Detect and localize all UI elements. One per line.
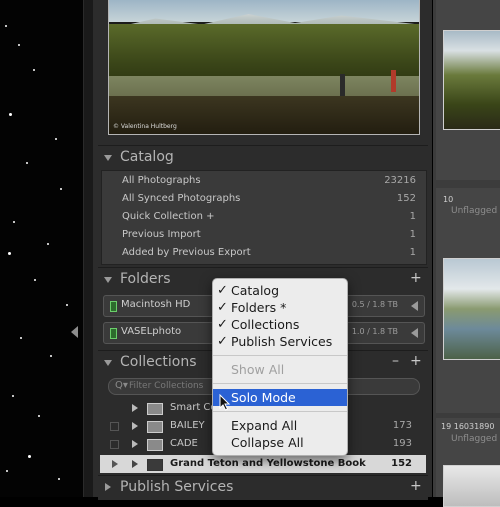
cell-index: 10 xyxy=(443,195,454,204)
checkmark-icon: ✓ xyxy=(217,300,228,315)
catalog-item[interactable]: All Synced Photographs 152 xyxy=(102,190,426,208)
collections-title: Collections xyxy=(120,354,197,370)
catalog-item-count: 152 xyxy=(396,193,416,204)
target-checkbox[interactable] xyxy=(110,440,119,449)
catalog-item-count: 1 xyxy=(409,247,416,258)
catalog-item[interactable]: Quick Collection + 1 xyxy=(102,208,426,226)
menu-separator xyxy=(213,383,347,384)
search-icon: Q▾ xyxy=(115,380,128,391)
collection-label: Grand Teton and Yellowstone Book xyxy=(170,458,366,469)
mouse-cursor-icon xyxy=(219,394,231,411)
collection-count: 193 xyxy=(392,438,412,449)
add-collection-button[interactable]: + xyxy=(410,353,422,369)
catalog-item[interactable]: Added by Previous Export 1 xyxy=(102,244,426,262)
collection-set-icon xyxy=(147,439,163,451)
menu-item-label: Solo Mode xyxy=(231,390,296,405)
menu-item-folders[interactable]: ✓ Folders * xyxy=(213,299,347,316)
collapsed-triangle-icon xyxy=(105,483,111,491)
panel-context-menu: ✓ Catalog ✓ Folders * ✓ Collections ✓ Pu… xyxy=(212,278,348,456)
catalog-title: Catalog xyxy=(120,149,174,165)
disclosure-triangle-icon[interactable] xyxy=(132,404,138,412)
volume-disclosure-icon[interactable] xyxy=(411,301,418,311)
disclosure-triangle-icon[interactable] xyxy=(132,460,138,468)
disclosure-triangle-icon[interactable] xyxy=(132,422,138,430)
thumbnail-image[interactable] xyxy=(443,465,500,507)
menu-separator xyxy=(213,355,347,356)
checkmark-icon: ✓ xyxy=(217,283,228,298)
target-checkbox[interactable] xyxy=(110,422,119,431)
catalog-item[interactable]: All Photographs 23216 xyxy=(102,172,426,190)
collection-set-icon xyxy=(147,421,163,433)
collection-label: CADE xyxy=(170,438,198,449)
flag-status: Unflagged xyxy=(451,206,498,216)
checkmark-icon: ✓ xyxy=(217,334,228,349)
navigator-preview[interactable]: © Valentina Hultberg xyxy=(108,0,420,135)
collection-row-selected[interactable]: Grand Teton and Yellowstone Book 152 xyxy=(100,455,426,473)
catalog-panel-header[interactable]: Catalog xyxy=(98,145,428,170)
remove-collection-button[interactable]: – xyxy=(392,353,399,369)
catalog-list: All Photographs 23216 All Synced Photogr… xyxy=(101,170,427,265)
menu-item-label: Folders * xyxy=(231,300,287,315)
publish-services-title: Publish Services xyxy=(120,479,234,495)
menu-item-collapse-all[interactable]: Collapse All xyxy=(213,434,347,451)
volume-disclosure-icon[interactable] xyxy=(411,328,418,338)
left-panel-edge xyxy=(83,0,93,497)
background-starfield xyxy=(0,0,83,497)
expand-triangle-icon xyxy=(104,155,112,161)
volume-name: Macintosh HD xyxy=(121,299,191,310)
catalog-item-count: 1 xyxy=(409,211,416,222)
menu-item-collections[interactable]: ✓ Collections xyxy=(213,316,347,333)
add-publish-service-button[interactable]: + xyxy=(410,478,422,494)
flag-status: Unflagged xyxy=(451,434,498,444)
cell-index: 19 16031890 xyxy=(441,422,495,431)
catalog-item-label: Quick Collection + xyxy=(122,211,215,222)
collapse-left-panel-icon[interactable] xyxy=(71,326,78,338)
menu-item-label: Collections xyxy=(231,317,300,332)
collection-label: BAILEY xyxy=(170,420,205,431)
catalog-item-label: Added by Previous Export xyxy=(122,247,251,258)
menu-separator xyxy=(213,411,347,412)
catalog-item-count: 1 xyxy=(409,229,416,240)
catalog-item-label: Previous Import xyxy=(122,229,201,240)
menu-item-solo-mode[interactable]: Solo Mode xyxy=(213,389,347,406)
add-folder-button[interactable]: + xyxy=(410,270,422,286)
thumbnail-image[interactable] xyxy=(443,30,500,130)
collection-label: Smart Co xyxy=(170,402,217,413)
preview-river xyxy=(109,76,419,98)
catalog-item[interactable]: Previous Import 1 xyxy=(102,226,426,244)
checkmark-icon: ✓ xyxy=(217,317,228,332)
menu-item-label: Show All xyxy=(231,362,285,377)
menu-item-label: Collapse All xyxy=(231,435,304,450)
thumbnail-image[interactable] xyxy=(443,258,500,360)
catalog-item-label: All Photographs xyxy=(122,175,201,186)
volume-name: VASELphoto xyxy=(121,326,182,337)
menu-item-publish-services[interactable]: ✓ Publish Services xyxy=(213,333,347,350)
collection-icon xyxy=(147,459,163,471)
photo-credit: © Valentina Hultberg xyxy=(113,123,177,130)
drive-status-icon xyxy=(110,328,117,339)
volume-size: 1.0 / 1.8 TB xyxy=(351,327,398,336)
expand-triangle-icon xyxy=(104,360,112,366)
menu-item-catalog[interactable]: ✓ Catalog xyxy=(213,282,347,299)
disclosure-triangle-icon[interactable] xyxy=(132,440,138,448)
publish-services-panel-header[interactable]: Publish Services + xyxy=(98,475,428,500)
sync-icon xyxy=(112,460,118,468)
menu-item-show-all: Show All xyxy=(213,361,347,378)
preview-figure xyxy=(340,74,345,96)
catalog-item-count: 23216 xyxy=(384,175,416,186)
menu-item-label: Catalog xyxy=(231,283,280,298)
folders-title: Folders xyxy=(120,271,171,287)
volume-size: 0.5 / 1.8 TB xyxy=(351,300,398,309)
collection-count: 173 xyxy=(392,420,412,431)
preview-figure xyxy=(391,70,396,92)
collection-set-icon xyxy=(147,403,163,415)
collection-count: 152 xyxy=(391,458,412,469)
menu-item-expand-all[interactable]: Expand All xyxy=(213,417,347,434)
filter-placeholder: Filter Collections xyxy=(129,381,204,391)
menu-item-label: Publish Services xyxy=(231,334,333,349)
menu-item-label: Expand All xyxy=(231,418,298,433)
catalog-item-label: All Synced Photographs xyxy=(122,193,241,204)
expand-triangle-icon xyxy=(104,277,112,283)
drive-status-icon xyxy=(110,301,117,312)
